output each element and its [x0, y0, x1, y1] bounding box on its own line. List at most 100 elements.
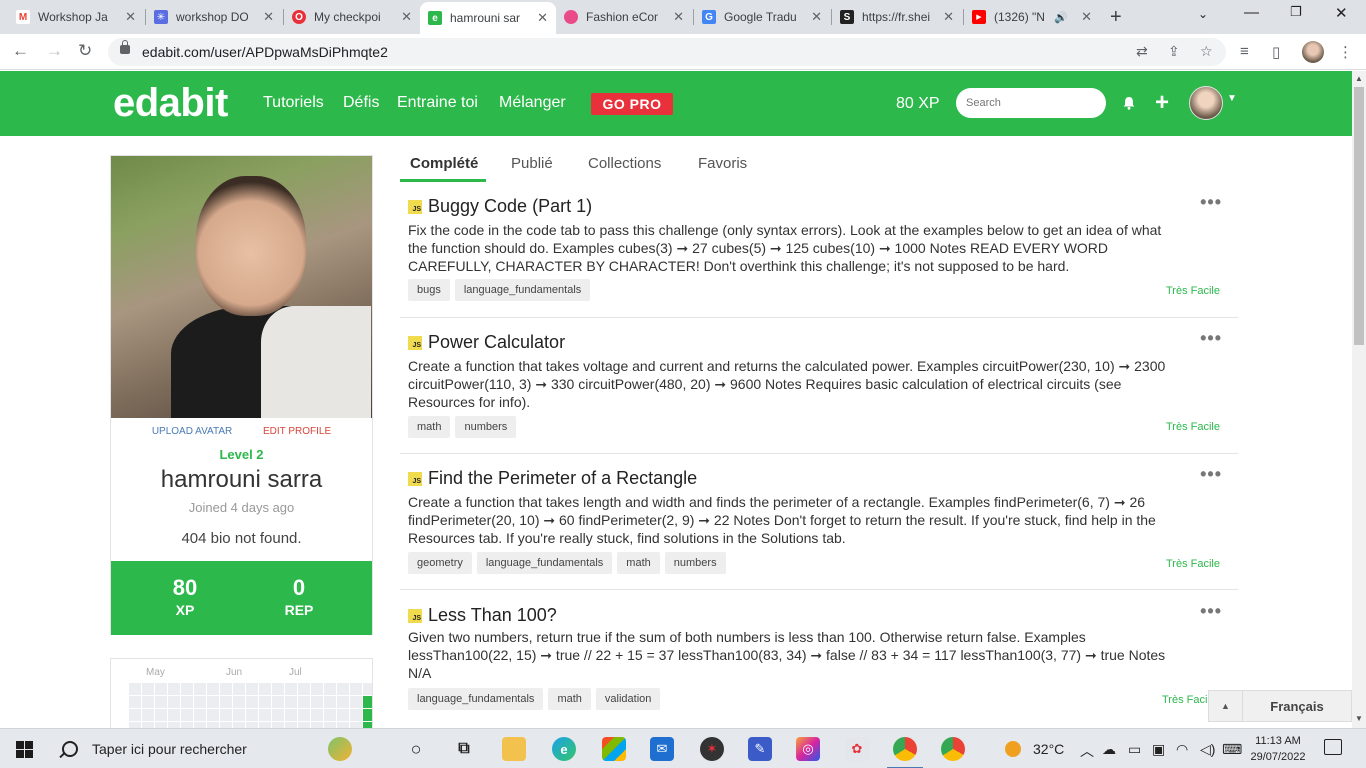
translate-icon[interactable]: ⇄ [1136, 43, 1148, 60]
browser-tab-4[interactable]: Fashion eCon ✕ [556, 4, 692, 30]
notification-icon[interactable] [1324, 739, 1342, 755]
page-scrollbar[interactable]: ▲ ▼ [1352, 71, 1366, 728]
language-label[interactable]: Français [1243, 699, 1351, 714]
wifi-icon[interactable]: ◠ [1176, 741, 1188, 758]
battery-icon[interactable]: ▭ [1128, 741, 1141, 758]
tab-favoris[interactable]: Favoris [698, 155, 747, 172]
task-view-icon[interactable]: ⧉ [452, 737, 476, 761]
weather-widget-icon[interactable] [328, 737, 352, 761]
tag[interactable]: numbers [664, 552, 726, 574]
cloud-icon[interactable]: ☁ [1102, 741, 1116, 758]
go-pro-button[interactable]: GO PRO [591, 93, 673, 115]
address-bar[interactable]: edabit.com/user/APDpwaMsDiPhmqte2 ⇄ ⇪ ☆ [108, 38, 1226, 66]
nav-entraine-toi[interactable]: Entraine toi [397, 94, 478, 112]
edit-profile-link[interactable]: EDIT PROFILE [263, 426, 331, 437]
close-icon[interactable]: ✕ [537, 10, 548, 26]
challenge-card[interactable]: JS Buggy Code (Part 1) ••• Fix the code … [400, 192, 1238, 318]
scrollbar-thumb[interactable] [1354, 87, 1364, 345]
nav-melanger[interactable]: Mélanger [499, 94, 566, 112]
display-icon[interactable]: ▣ [1152, 741, 1165, 758]
new-tab-icon[interactable]: + [1110, 6, 1122, 29]
microsoft-store-icon[interactable] [602, 737, 626, 761]
chrome-icon[interactable] [941, 737, 965, 761]
edge-icon[interactable]: e [552, 737, 576, 761]
restore-icon[interactable]: ❐ [1290, 4, 1302, 20]
challenge-card[interactable]: JS Less Than 100? ••• Given two numbers,… [400, 601, 1238, 728]
reading-list-icon[interactable]: ≡ [1240, 43, 1249, 60]
scroll-down-icon[interactable]: ▼ [1355, 714, 1363, 723]
edabit-logo[interactable]: edabit [113, 81, 228, 126]
browser-tab-1[interactable]: ✳ workshop DO ✕ [146, 4, 282, 30]
tag[interactable]: language_fundamentals [476, 552, 613, 574]
mail-icon[interactable]: ✉ [650, 737, 674, 761]
browser-tab-7[interactable]: ▶ (1326) "N 🔊 ✕ [964, 4, 1100, 30]
nav-defis[interactable]: Défis [343, 94, 379, 112]
bell-icon[interactable] [1122, 96, 1136, 110]
menu-dots-icon[interactable]: ⋮ [1338, 43, 1353, 61]
chevron-down-icon[interactable]: ▼ [1227, 93, 1237, 104]
challenge-title-text[interactable]: Less Than 100? [428, 605, 557, 626]
bookmark-star-icon[interactable]: ☆ [1200, 43, 1213, 60]
speaker-icon[interactable]: 🔊 [1054, 11, 1068, 24]
browser-tab-5[interactable]: G Google Tradu ✕ [694, 4, 830, 30]
language-selector[interactable]: ▲ Français [1208, 690, 1352, 722]
nav-tutoriels[interactable]: Tutoriels [263, 94, 324, 112]
challenge-card[interactable]: JS Find the Perimeter of a Rectangle •••… [400, 464, 1238, 590]
chevron-up-icon[interactable]: ︿ [1080, 741, 1094, 761]
browser-profile-avatar[interactable] [1302, 41, 1324, 63]
tab-publie[interactable]: Publié [511, 155, 553, 172]
instagram-icon[interactable]: ◎ [796, 737, 820, 761]
tab-search-icon[interactable]: ⌄ [1198, 7, 1208, 21]
tab-collections[interactable]: Collections [588, 155, 661, 172]
browser-tab-6[interactable]: S https://fr.shei ✕ [832, 4, 962, 30]
tag[interactable]: language_fundamentals [454, 279, 591, 301]
challenge-title[interactable]: JS Buggy Code (Part 1) [408, 196, 592, 217]
browser-tab-2[interactable]: O My checkpoi ✕ [284, 4, 420, 30]
tag[interactable]: language_fundamentals [408, 688, 544, 710]
url-text[interactable]: edabit.com/user/APDpwaMsDiPhmqte2 [142, 44, 388, 60]
weather-icon[interactable] [1005, 741, 1021, 757]
system-clock[interactable]: 11:13 AM 29/07/2022 [1246, 733, 1310, 765]
chrome-icon[interactable] [887, 737, 923, 768]
close-icon[interactable]: ✕ [401, 9, 412, 25]
tab-complete[interactable]: Complété [410, 155, 478, 172]
app-paint-icon[interactable]: ✿ [845, 737, 869, 761]
tag[interactable]: geometry [408, 552, 472, 574]
challenge-title-text[interactable]: Power Calculator [428, 332, 565, 353]
close-icon[interactable]: ✕ [1081, 9, 1092, 25]
close-icon[interactable]: ✕ [263, 9, 274, 25]
close-icon[interactable]: ✕ [811, 9, 822, 25]
side-panel-icon[interactable]: ▯ [1272, 43, 1280, 61]
tag[interactable]: bugs [408, 279, 450, 301]
share-icon[interactable]: ⇪ [1168, 43, 1180, 60]
forward-icon[interactable]: → [46, 41, 63, 61]
windows-start-icon[interactable] [16, 741, 33, 758]
app-blue-icon[interactable]: ✎ [748, 737, 772, 761]
reload-icon[interactable]: ↻ [78, 41, 92, 61]
tag[interactable]: math [408, 416, 451, 438]
volume-icon[interactable]: ◁) [1200, 741, 1215, 758]
keyboard-icon[interactable]: ⌨ [1222, 741, 1242, 758]
window-close-icon[interactable]: ✕ [1335, 4, 1348, 22]
challenge-title[interactable]: JS Power Calculator [408, 332, 565, 353]
back-icon[interactable]: ← [12, 41, 29, 61]
upload-avatar-link[interactable]: UPLOAD AVATAR [152, 426, 232, 437]
close-icon[interactable]: ✕ [943, 9, 954, 25]
file-explorer-icon[interactable] [502, 737, 526, 761]
browser-tab-0[interactable]: M Workshop Ja ✕ [8, 4, 144, 30]
close-icon[interactable]: ✕ [125, 9, 136, 25]
cortana-icon[interactable]: ○ [404, 737, 428, 761]
more-options-icon[interactable]: ••• [1200, 328, 1222, 349]
plus-icon[interactable]: + [1155, 89, 1169, 117]
chevron-up-icon[interactable]: ▲ [1209, 691, 1243, 721]
challenge-title-text[interactable]: Find the Perimeter of a Rectangle [428, 468, 697, 489]
lock-icon[interactable] [120, 40, 130, 54]
more-options-icon[interactable]: ••• [1200, 464, 1222, 485]
browser-tab-3[interactable]: e hamrouni sar ✕ [420, 2, 556, 34]
temperature[interactable]: 32°C [1033, 741, 1064, 757]
app-red-icon[interactable]: ✶ [700, 737, 724, 761]
challenge-title[interactable]: JS Less Than 100? [408, 605, 557, 626]
tag[interactable]: validation [595, 688, 661, 710]
tag[interactable]: math [617, 552, 660, 574]
scroll-up-icon[interactable]: ▲ [1355, 74, 1363, 83]
